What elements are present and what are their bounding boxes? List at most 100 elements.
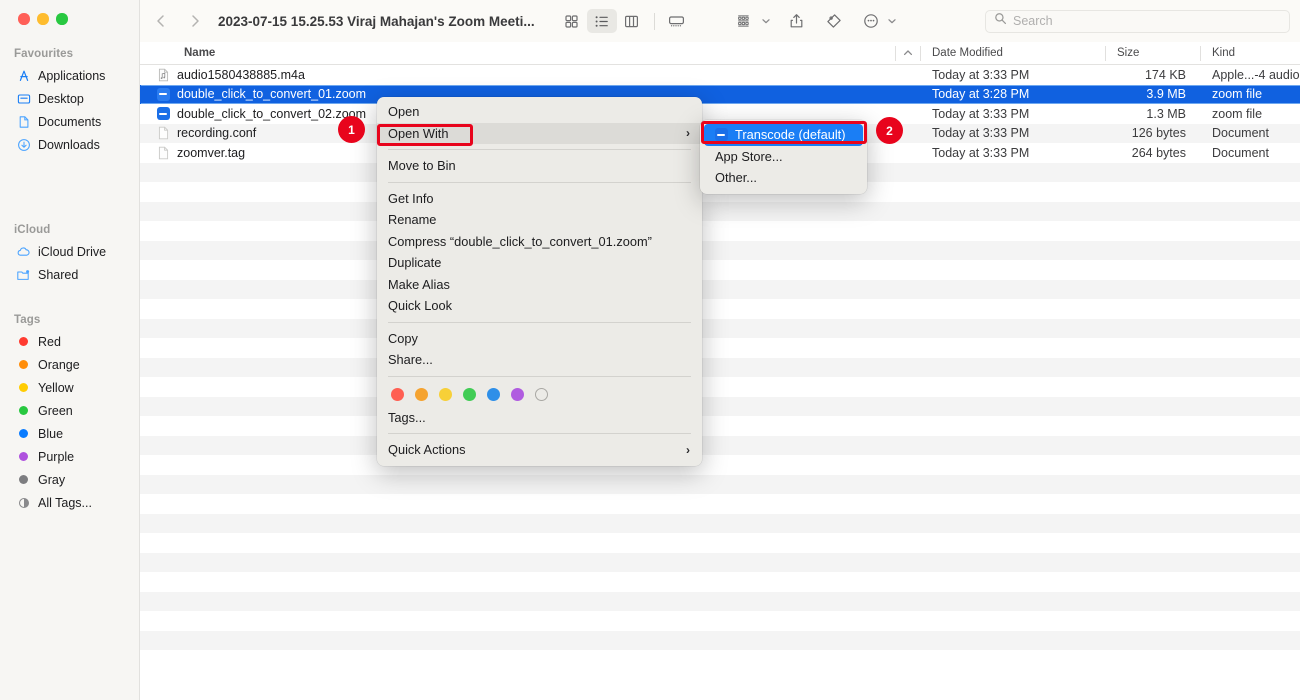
menu-item-tags[interactable]: Tags... (377, 407, 702, 429)
menu-item-label: Share... (388, 352, 433, 368)
column-header-date-modified[interactable]: Date Modified (920, 42, 1105, 65)
menu-divider (388, 149, 691, 150)
tag-color-blue[interactable] (487, 387, 500, 401)
menu-divider (388, 181, 691, 183)
menu-item-make-alias[interactable]: Make Alias (377, 274, 702, 296)
column-header-size[interactable]: Size (1105, 42, 1200, 65)
more-options-icon[interactable] (856, 9, 886, 33)
file-name-label: audio1580438885.m4a (177, 67, 305, 82)
chevron-down-icon[interactable] (761, 16, 771, 26)
zoom-file-icon (156, 106, 170, 121)
group-by-icon[interactable] (730, 9, 760, 33)
file-kind-cell: zoom file (1212, 106, 1263, 121)
empty-row (140, 513, 1300, 533)
document-file-icon (156, 145, 170, 160)
sidebar-item-tag-green[interactable]: Green (0, 399, 139, 422)
tag-color-none[interactable] (535, 387, 548, 401)
tag-color-yellow[interactable] (439, 387, 452, 401)
sidebar-item-icloud-drive[interactable]: iCloud Drive (0, 240, 139, 263)
menu-item-quick-actions[interactable]: Quick Actions › (377, 439, 702, 461)
submenu-item-label: Other... (715, 170, 757, 186)
maximize-button[interactable] (56, 13, 68, 25)
empty-row (140, 396, 1300, 416)
sidebar-item-tag-gray[interactable]: Gray (0, 468, 139, 491)
gallery-view-icon[interactable] (662, 9, 692, 33)
app-store-submenu-item[interactable]: App Store... (704, 146, 863, 168)
sort-indicator-icon[interactable] (895, 42, 920, 65)
file-name-label: double_click_to_convert_02.zoom (177, 106, 367, 121)
sidebar-item-tag-blue[interactable]: Blue (0, 422, 139, 445)
menu-item-rename[interactable]: Rename (377, 209, 702, 231)
tag-icon[interactable] (819, 9, 849, 33)
tag-color-orange[interactable] (415, 387, 428, 401)
tag-dot-icon (16, 334, 31, 349)
menu-item-share[interactable]: Share... (377, 349, 702, 371)
sidebar-item-applications[interactable]: Applications (0, 64, 139, 87)
tag-color-picker (377, 382, 702, 407)
empty-row (140, 591, 1300, 611)
empty-row (140, 552, 1300, 572)
tag-color-red[interactable] (391, 387, 404, 401)
minimize-button[interactable] (37, 13, 49, 25)
menu-item-compress[interactable]: Compress “double_click_to_convert_01.zoo… (377, 231, 702, 253)
chevron-right-icon: › (686, 442, 690, 457)
list-view-icon[interactable] (586, 9, 617, 33)
other-submenu-item[interactable]: Other... (704, 167, 863, 189)
sidebar-item-label: All Tags... (38, 495, 92, 510)
sidebar-item-tag-red[interactable]: Red (0, 330, 139, 353)
menu-item-label: Quick Actions (388, 442, 466, 458)
sidebar-item-tag-purple[interactable]: Purple (0, 445, 139, 468)
zoom-app-icon (714, 127, 728, 142)
back-button[interactable] (148, 8, 174, 34)
sidebar-item-tag-orange[interactable]: Orange (0, 353, 139, 376)
sidebar-item-all-tags[interactable]: All Tags... (0, 491, 139, 514)
forward-button[interactable] (182, 8, 208, 34)
sidebar-section-tags-title: Tags (14, 314, 41, 326)
chevron-right-icon: › (686, 126, 690, 141)
empty-row (140, 416, 1300, 436)
table-row-selected[interactable]: double_click_to_convert_01.zoom Today at… (140, 84, 1300, 104)
column-header-name[interactable]: Name (140, 42, 895, 65)
more-options-chevron-icon[interactable] (887, 16, 897, 26)
toolbar-divider (653, 12, 655, 30)
tag-color-purple[interactable] (511, 387, 524, 401)
sidebar-item-tag-yellow[interactable]: Yellow (0, 376, 139, 399)
menu-item-open-with[interactable]: Open With › (377, 122, 702, 144)
file-size-cell: 174 KB (1144, 67, 1186, 82)
file-size-cell: 126 bytes (1131, 126, 1186, 141)
empty-row (140, 279, 1300, 299)
sidebar-item-desktop[interactable]: Desktop (0, 87, 139, 110)
context-menu: Open Open With › Move to Bin Get Info Re… (377, 97, 702, 466)
column-header-kind[interactable]: Kind (1200, 42, 1300, 65)
menu-item-quick-look[interactable]: Quick Look (377, 295, 702, 317)
menu-item-label: Open (388, 104, 420, 120)
share-icon[interactable] (782, 9, 812, 33)
sidebar-item-shared[interactable]: Shared (0, 263, 139, 286)
menu-item-duplicate[interactable]: Duplicate (377, 252, 702, 274)
transcode-submenu-item[interactable]: Transcode (default) (704, 124, 863, 146)
menu-item-label: Duplicate (388, 255, 442, 271)
table-row[interactable]: audio1580438885.m4a Today at 3:33 PM 174… (140, 65, 1300, 85)
column-label: Name (184, 47, 216, 59)
annotation-badge-2: 2 (876, 117, 903, 144)
tag-dot-icon (16, 380, 31, 395)
annotation-badge-1: 1 (338, 116, 365, 143)
tag-color-green[interactable] (463, 387, 476, 401)
sidebar-item-documents[interactable]: Documents (0, 110, 139, 133)
menu-divider (388, 321, 691, 323)
search-input[interactable]: Search (985, 9, 1290, 33)
empty-row (140, 377, 1300, 397)
menu-item-open[interactable]: Open (377, 101, 702, 123)
sidebar-item-downloads[interactable]: Downloads (0, 133, 139, 156)
window-title: 2023-07-15 15.25.53 Viraj Mahajan's Zoom… (218, 13, 535, 29)
menu-item-move-to-bin[interactable]: Move to Bin (377, 155, 702, 177)
menu-item-label: Move to Bin (388, 158, 456, 174)
menu-item-get-info[interactable]: Get Info (377, 188, 702, 210)
close-button[interactable] (18, 13, 30, 25)
grid-view-icon[interactable] (557, 9, 587, 33)
menu-item-copy[interactable]: Copy (377, 328, 702, 350)
search-icon (994, 12, 1007, 30)
tag-dot-icon (16, 357, 31, 372)
sidebar-section-icloud-title: iCloud (14, 224, 51, 236)
column-view-icon[interactable] (617, 9, 647, 33)
